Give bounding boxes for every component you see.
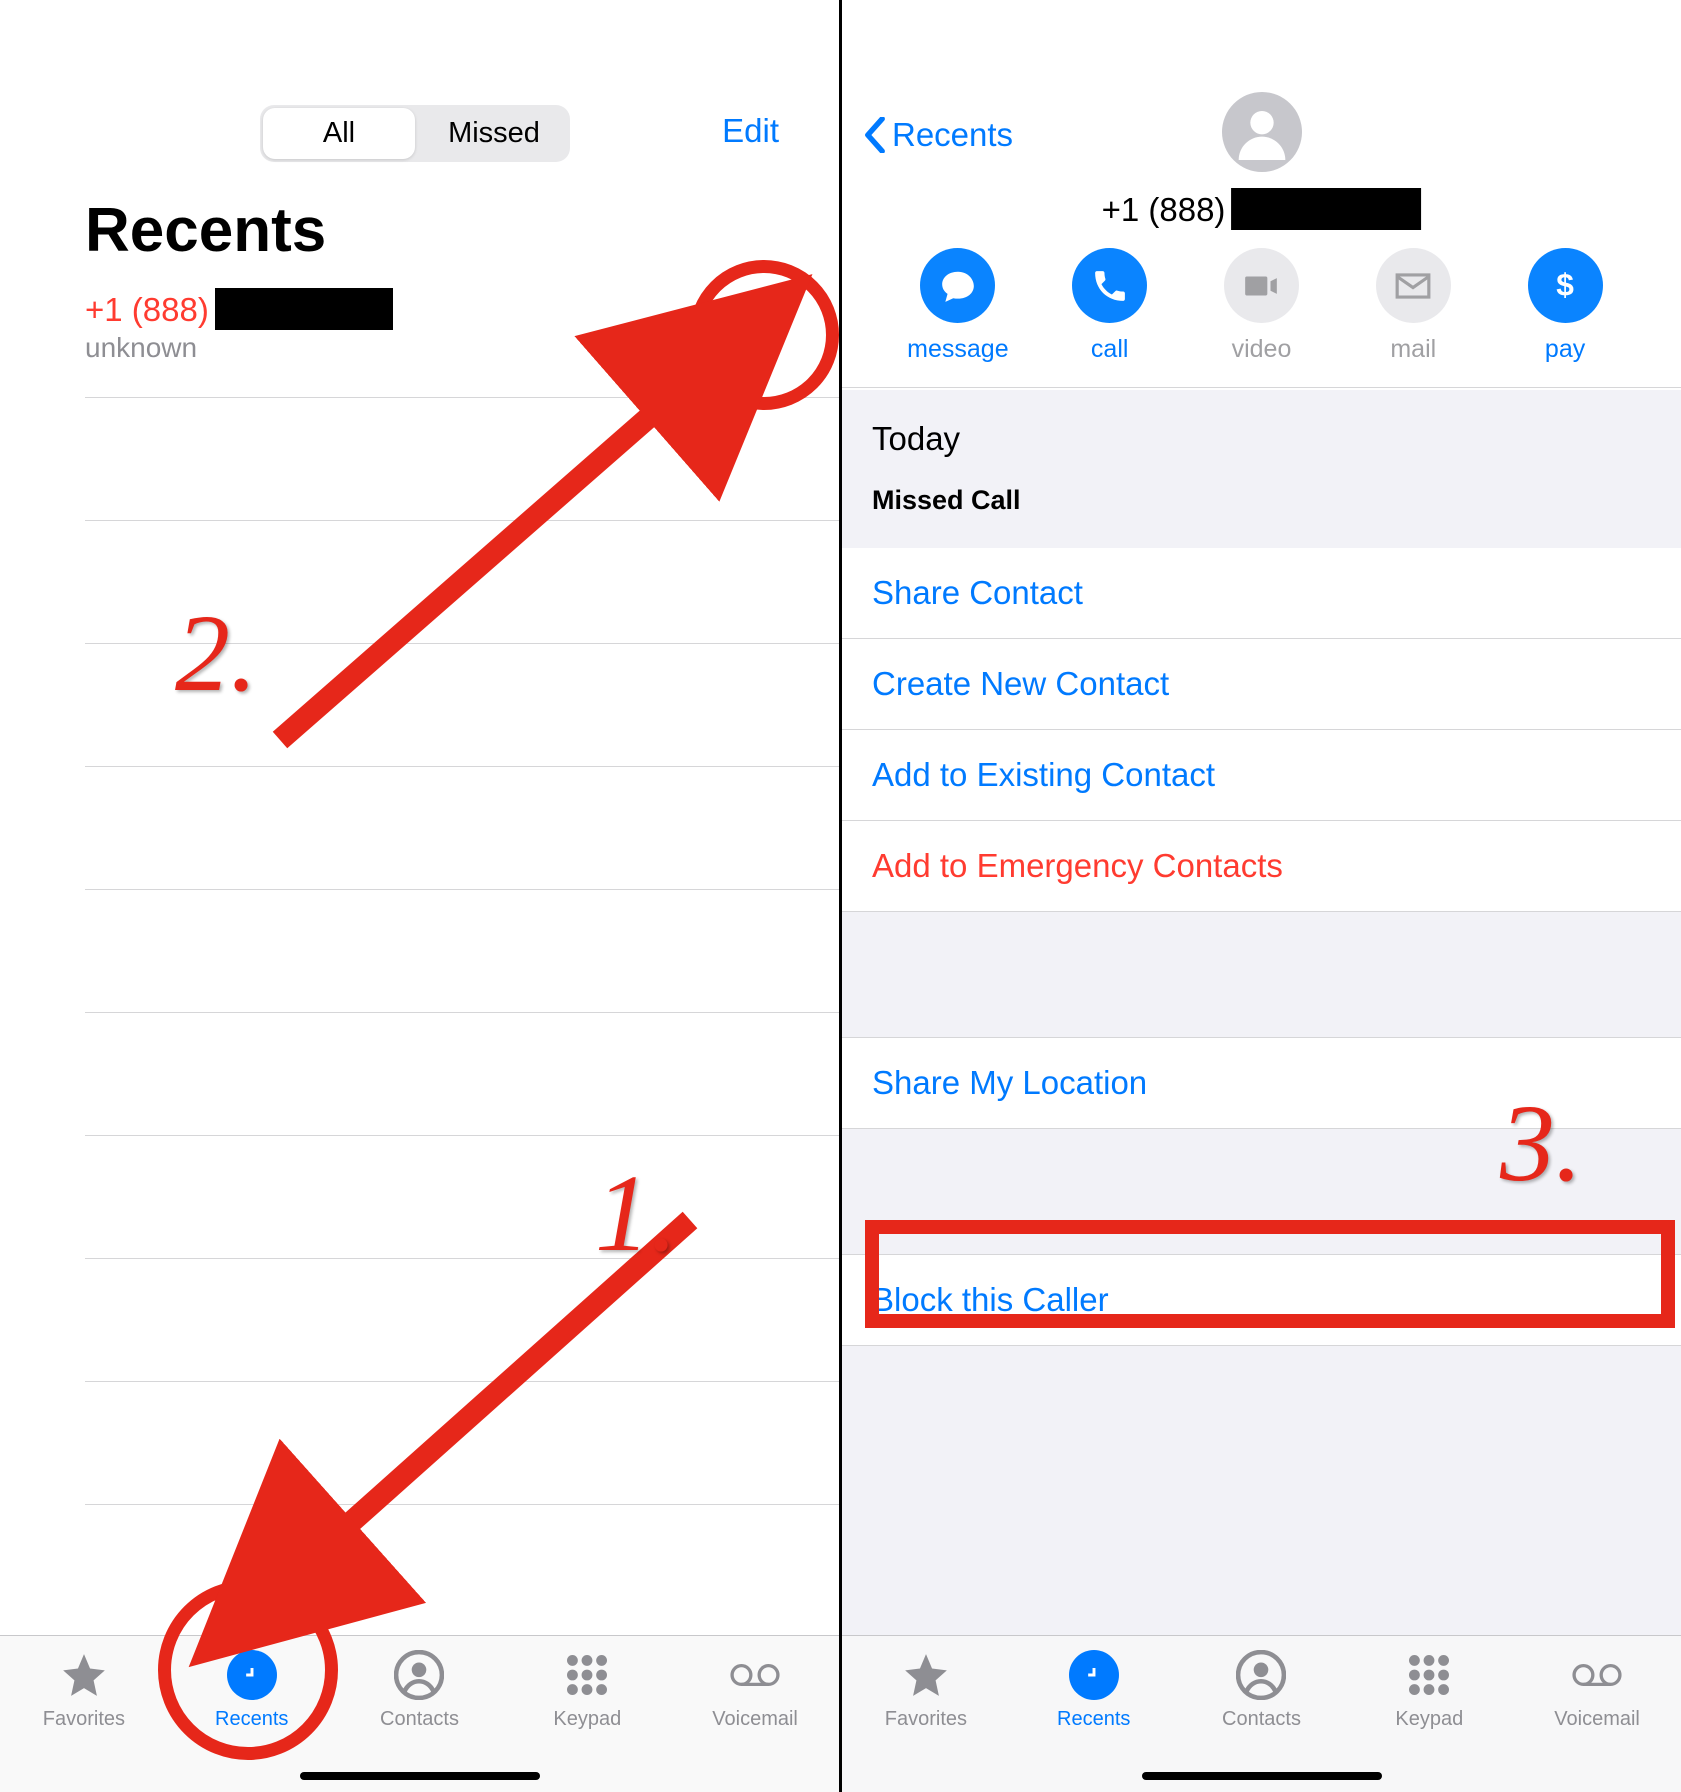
segment-missed[interactable]: Missed	[418, 105, 570, 162]
person-circle-icon	[394, 1650, 444, 1700]
back-label: Recents	[892, 116, 1013, 154]
tab-label: Keypad	[553, 1708, 621, 1731]
page-title: Recents	[85, 195, 326, 266]
info-button[interactable]: i	[717, 306, 761, 350]
tab-label: Keypad	[1395, 1708, 1463, 1731]
tab-favorites[interactable]: Favorites	[9, 1650, 159, 1792]
call-button[interactable]: call	[1055, 248, 1165, 364]
chevron-left-icon	[864, 117, 886, 153]
mail-icon	[1376, 248, 1451, 323]
voicemail-icon	[730, 1650, 780, 1700]
action-label: message	[907, 335, 1008, 364]
block-caller-button[interactable]: Block this Caller	[842, 1255, 1681, 1346]
avatar	[1222, 92, 1302, 172]
mail-button: mail	[1358, 248, 1468, 364]
create-new-contact-button[interactable]: Create New Contact	[842, 639, 1681, 730]
tab-contacts[interactable]: Contacts	[1186, 1650, 1336, 1792]
share-location-button[interactable]: Share My Location	[842, 1038, 1681, 1129]
edit-button[interactable]: Edit	[722, 112, 779, 150]
redacted-number	[215, 288, 393, 330]
video-icon	[1224, 248, 1299, 323]
tab-voicemail[interactable]: Voicemail	[680, 1650, 830, 1792]
empty-list	[85, 398, 839, 1505]
add-emergency-contact-button[interactable]: Add to Emergency Contacts	[842, 821, 1681, 912]
redacted-number	[1231, 188, 1421, 230]
home-indicator[interactable]	[1142, 1772, 1382, 1780]
voicemail-icon	[1572, 1650, 1622, 1700]
clock-icon	[227, 1650, 277, 1700]
tab-recents[interactable]: Recents	[1019, 1650, 1169, 1792]
tab-contacts[interactable]: Contacts	[344, 1650, 494, 1792]
svg-text:$: $	[1556, 267, 1574, 303]
tab-bar: Favorites Recents Contacts Keypad	[0, 1635, 839, 1792]
tab-voicemail[interactable]: Voicemail	[1522, 1650, 1672, 1792]
pay-button[interactable]: $ pay	[1510, 248, 1620, 364]
action-label: call	[1091, 335, 1129, 364]
tab-label: Recents	[1057, 1708, 1130, 1731]
video-button: video	[1206, 248, 1316, 364]
tab-recents[interactable]: Recents	[177, 1650, 327, 1792]
share-contact-button[interactable]: Share Contact	[842, 548, 1681, 639]
person-icon	[1234, 104, 1290, 160]
person-circle-icon	[1236, 1650, 1286, 1700]
contact-phone: +1 (888)	[1102, 188, 1422, 230]
star-icon	[59, 1650, 109, 1700]
segment-all[interactable]: All	[263, 108, 415, 159]
tab-label: Favorites	[43, 1708, 125, 1731]
tab-bar: Favorites Recents Contacts Keypad Voicem…	[842, 1635, 1681, 1792]
home-indicator[interactable]	[300, 1772, 540, 1780]
add-existing-contact-button[interactable]: Add to Existing Contact	[842, 730, 1681, 821]
tab-label: Contacts	[1222, 1708, 1301, 1731]
message-icon	[920, 248, 995, 323]
action-label: mail	[1390, 335, 1436, 364]
segmented-control: All Missed	[260, 105, 570, 162]
contact-detail-screen: Recents +1 (888) message call video mai	[842, 0, 1681, 1792]
today-label: Today	[872, 420, 960, 458]
tab-label: Favorites	[885, 1708, 967, 1731]
action-row: message call video mail $ pay	[842, 248, 1681, 388]
action-label: pay	[1545, 335, 1585, 364]
message-button[interactable]: message	[903, 248, 1013, 364]
phone-icon	[1072, 248, 1147, 323]
actions-list: Share Contact Create New Contact Add to …	[842, 548, 1681, 1346]
info-icon: i	[735, 311, 743, 345]
keypad-icon	[1404, 1650, 1454, 1700]
tab-label: Recents	[215, 1708, 288, 1731]
recent-call-row[interactable]: +1 (888) unknown i	[85, 288, 839, 398]
clock-icon	[1069, 1650, 1119, 1700]
tab-label: Voicemail	[1554, 1708, 1640, 1731]
back-button[interactable]: Recents	[864, 116, 1013, 154]
star-icon	[901, 1650, 951, 1700]
tab-label: Voicemail	[712, 1708, 798, 1731]
tab-label: Contacts	[380, 1708, 459, 1731]
tab-keypad[interactable]: Keypad	[1354, 1650, 1504, 1792]
action-label: video	[1232, 335, 1292, 364]
missed-call-label: Missed Call	[872, 485, 1021, 516]
keypad-icon	[562, 1650, 612, 1700]
tab-keypad[interactable]: Keypad	[512, 1650, 662, 1792]
recents-screen: All Missed Edit Recents +1 (888) unknown…	[0, 0, 839, 1792]
tab-favorites[interactable]: Favorites	[851, 1650, 1001, 1792]
dollar-icon: $	[1528, 248, 1603, 323]
